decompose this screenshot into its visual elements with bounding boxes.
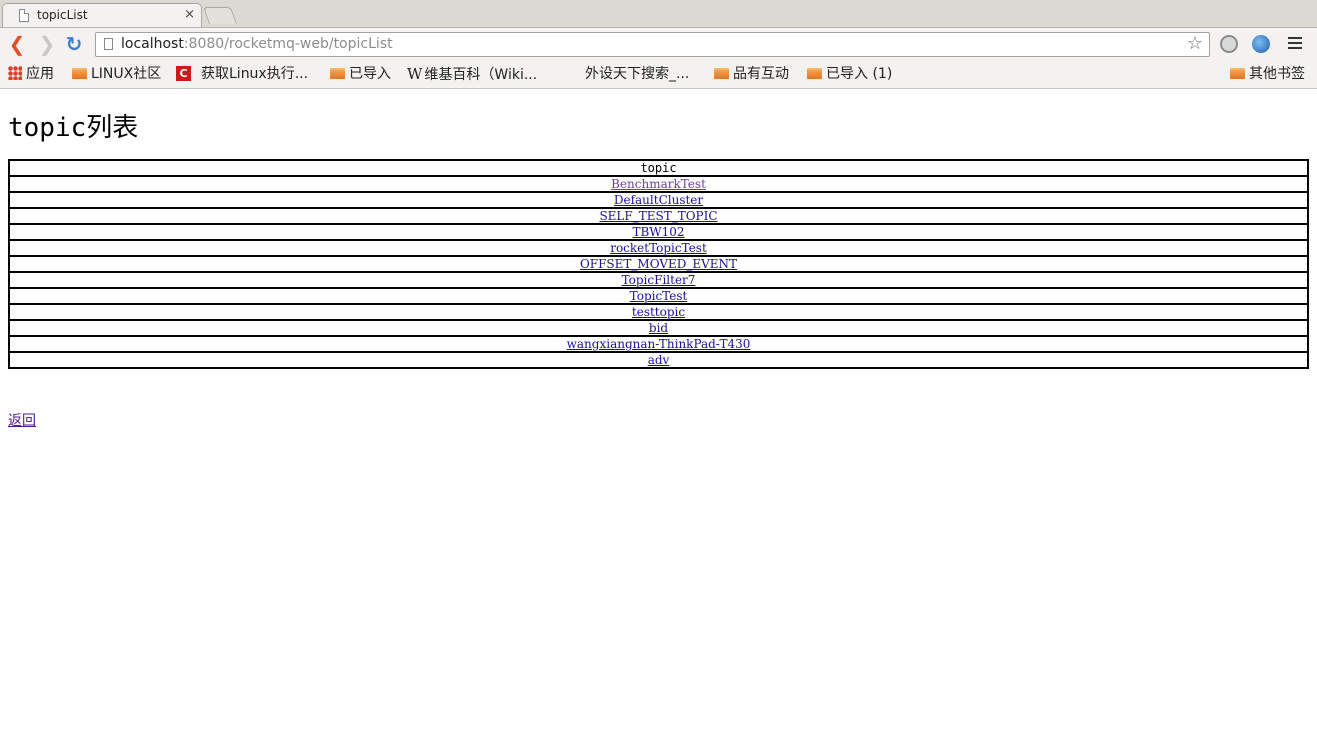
extension-globe-icon[interactable] bbox=[1252, 35, 1270, 53]
folder-icon bbox=[714, 67, 729, 79]
table-cell: TopicTest bbox=[8, 287, 1309, 305]
folder-icon bbox=[72, 67, 87, 79]
table-cell: testtopic bbox=[8, 303, 1309, 321]
apps-icon bbox=[8, 66, 22, 80]
bookmark-label: 已导入 (1) bbox=[826, 66, 893, 82]
folder-icon bbox=[330, 67, 345, 79]
bookmark-label: 获取Linux执行... bbox=[201, 66, 309, 82]
back-button[interactable]: ❮ bbox=[6, 34, 28, 56]
topic-link[interactable]: TBW102 bbox=[632, 225, 684, 239]
table-cell: BenchmarkTest bbox=[8, 175, 1309, 193]
bookmark-label: 维基百科（Wiki... bbox=[424, 67, 538, 83]
table-row: BenchmarkTest bbox=[8, 175, 1309, 193]
topic-link[interactable]: SELF_TEST_TOPIC bbox=[599, 209, 717, 223]
table-row: testtopic bbox=[8, 303, 1309, 321]
topic-table: topic BenchmarkTest DefaultCluster SELF_… bbox=[8, 159, 1309, 369]
bookmark-star-icon[interactable]: ☆ bbox=[1187, 33, 1203, 54]
topic-link[interactable]: adv bbox=[648, 353, 670, 367]
back-link[interactable]: 返回 bbox=[8, 410, 36, 430]
browser-toolbar: ❮ ❯ ↻ localhost:8080/rocketmq-web/topicL… bbox=[0, 28, 1317, 60]
table-row: TBW102 bbox=[8, 223, 1309, 241]
topic-link[interactable]: TopicTest bbox=[630, 289, 688, 303]
new-tab-button[interactable] bbox=[202, 7, 238, 24]
bookmark-apps[interactable]: 应用 bbox=[8, 64, 54, 84]
c-logo-icon: C bbox=[176, 65, 191, 81]
table-cell: bid bbox=[8, 319, 1309, 337]
table-row: adv bbox=[8, 351, 1309, 369]
table-row: TopicFilter7 bbox=[8, 271, 1309, 289]
table-cell: rocketTopicTest bbox=[8, 239, 1309, 257]
table-row: TopicTest bbox=[8, 287, 1309, 305]
bookmark-linux-community[interactable]: LINUX社区 bbox=[72, 64, 161, 84]
bookmark-other[interactable]: 其他书签 bbox=[1230, 64, 1305, 84]
folder-icon bbox=[807, 67, 822, 79]
wikipedia-icon: W bbox=[407, 65, 423, 83]
topic-link[interactable]: bid bbox=[649, 321, 668, 335]
tab-close-icon[interactable]: × bbox=[184, 7, 195, 22]
table-header-row: topic bbox=[8, 159, 1309, 177]
bookmark-get-linux[interactable]: C 获取Linux执行... bbox=[176, 64, 308, 84]
table-cell: SELF_TEST_TOPIC bbox=[8, 207, 1309, 225]
tab-strip: topicList × bbox=[0, 0, 1317, 28]
topic-link[interactable]: wangxiangnan-ThinkPad-T430 bbox=[567, 337, 751, 351]
table-cell: TBW102 bbox=[8, 223, 1309, 241]
url-path: :8080/rocketmq-web/topicList bbox=[183, 36, 393, 52]
bookmark-label: 其他书签 bbox=[1249, 66, 1305, 82]
url-host: localhost bbox=[121, 36, 184, 52]
topic-link[interactable]: rocketTopicTest bbox=[610, 241, 707, 255]
forward-button[interactable]: ❯ bbox=[36, 34, 58, 56]
bookmark-pinyou[interactable]: 品有互动 bbox=[714, 64, 789, 84]
table-row: wangxiangnan-ThinkPad-T430 bbox=[8, 335, 1309, 353]
table-cell: adv bbox=[8, 351, 1309, 369]
topic-link[interactable]: testtopic bbox=[632, 305, 685, 319]
extension-sync-icon[interactable] bbox=[1220, 35, 1238, 53]
page-icon bbox=[19, 9, 29, 22]
tab-topiclist[interactable]: topicList × bbox=[2, 3, 202, 27]
tab-title: topicList bbox=[37, 8, 88, 22]
topic-link[interactable]: DefaultCluster bbox=[614, 193, 703, 207]
table-cell: TopicFilter7 bbox=[8, 271, 1309, 289]
bookmark-label: 外设天下搜索_... bbox=[585, 66, 690, 82]
bookmark-label: 已导入 bbox=[349, 66, 391, 82]
bookmark-label: LINUX社区 bbox=[91, 66, 162, 82]
bookmark-waishe[interactable]: 外设天下搜索_... bbox=[566, 64, 689, 84]
table-row: bid bbox=[8, 319, 1309, 337]
table-row: DefaultCluster bbox=[8, 191, 1309, 209]
topic-link[interactable]: TopicFilter7 bbox=[622, 273, 696, 287]
blank-page-icon bbox=[566, 66, 581, 80]
bookmarks-bar: 应用 LINUX社区 C 获取Linux执行... 已导入 W 维基百科（Wiki.… bbox=[0, 60, 1317, 89]
url-text[interactable]: localhost:8080/rocketmq-web/topicList bbox=[121, 36, 393, 52]
table-cell: wangxiangnan-ThinkPad-T430 bbox=[8, 335, 1309, 353]
topic-link[interactable]: OFFSET_MOVED_EVENT bbox=[580, 257, 737, 271]
reload-button[interactable]: ↻ bbox=[63, 34, 85, 56]
table-cell: DefaultCluster bbox=[8, 191, 1309, 209]
column-header-topic: topic bbox=[8, 159, 1309, 177]
address-bar[interactable]: localhost:8080/rocketmq-web/topicList ☆ bbox=[95, 32, 1210, 57]
bookmark-label: 品有互动 bbox=[733, 66, 789, 82]
topic-link[interactable]: BenchmarkTest bbox=[611, 177, 706, 191]
table-row: SELF_TEST_TOPIC bbox=[8, 207, 1309, 225]
table-row: rocketTopicTest bbox=[8, 239, 1309, 257]
bookmark-imported[interactable]: 已导入 bbox=[330, 64, 391, 84]
bookmark-wikipedia[interactable]: W 维基百科（Wiki... bbox=[407, 64, 537, 84]
page-title: topic列表 bbox=[8, 113, 139, 143]
folder-icon bbox=[1230, 67, 1245, 79]
table-cell: OFFSET_MOVED_EVENT bbox=[8, 255, 1309, 273]
bookmark-imported-1[interactable]: 已导入 (1) bbox=[807, 64, 892, 84]
page-info-icon bbox=[104, 38, 113, 50]
bookmark-label: 应用 bbox=[26, 66, 54, 82]
table-row: OFFSET_MOVED_EVENT bbox=[8, 255, 1309, 273]
chrome-menu-icon[interactable] bbox=[1288, 37, 1302, 52]
